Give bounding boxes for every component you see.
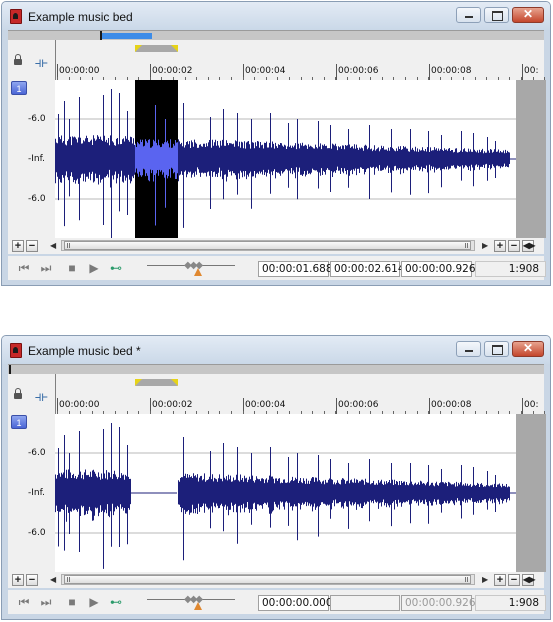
selection-bar[interactable] [135, 45, 178, 52]
close-button[interactable] [512, 341, 544, 357]
zoom-ratio-field[interactable]: 1:908 [475, 595, 546, 611]
go-to-end-icon[interactable]: ⏭ [38, 260, 54, 276]
selection-bar[interactable] [135, 379, 178, 386]
zoom-out-vertical-button[interactable]: − [26, 240, 38, 252]
ruler-label: 00:00:00 [59, 66, 100, 76]
overview-cursor [9, 365, 11, 374]
selection-end-field[interactable] [330, 595, 400, 611]
waveform-display[interactable] [55, 80, 546, 238]
end-region [516, 80, 546, 238]
transport-bar: ⏮ ⏭ ■ ▶ ⊷ ◆◆◆ 00:00:01.688 00:00:02.614 … [8, 256, 546, 280]
close-button[interactable] [512, 7, 544, 23]
title-bar[interactable]: Example music bed [2, 2, 550, 30]
db-label: -6.0 [28, 194, 46, 204]
window-title: Example music bed * [28, 344, 141, 358]
scrollbar-thumb[interactable] [64, 241, 471, 250]
overview-bar[interactable] [8, 364, 544, 374]
stop-icon[interactable]: ■ [64, 260, 80, 276]
ruler-label: 00:00:04 [245, 66, 286, 76]
zoom-fit-button[interactable]: ◀▶ [522, 240, 535, 252]
overview-bar[interactable] [8, 30, 544, 40]
ruler-label: 00:00:06 [338, 400, 379, 410]
play-icon[interactable]: ▶ [86, 594, 102, 610]
loop-icon[interactable]: ⊷ [108, 260, 124, 276]
minimize-button[interactable] [456, 341, 481, 357]
playback-rate-marker[interactable] [194, 602, 202, 610]
app-logo-icon [10, 9, 22, 24]
channel-area: 1 -6.0 -Inf. -6.0 [8, 80, 546, 238]
zoom-out-vertical-button[interactable]: − [26, 574, 38, 586]
title-bar[interactable]: Example music bed * [2, 336, 550, 364]
ruler-label: 00:00:02 [152, 66, 193, 76]
ruler-label: 00: [524, 400, 539, 410]
ruler-label: 00:00:00 [59, 400, 100, 410]
channel-area: 1 -6.0 -Inf. -6.0 [8, 414, 546, 572]
zoom-in-horizontal-button[interactable]: + [494, 240, 506, 252]
selection-start-field[interactable]: 00:00:01.688 [258, 261, 333, 277]
db-label: -6.0 [28, 114, 46, 124]
selection-start-field[interactable]: 00:00:00.000 [258, 595, 333, 611]
zoom-out-horizontal-button[interactable]: − [508, 240, 520, 252]
audio-window-1: Example music bed ⟛ 00:00:00 00:00:02 00… [1, 1, 551, 286]
zoom-in-vertical-button[interactable]: + [12, 574, 24, 586]
timeline-row: ⟛ 00:00:00 00:00:02 00:00:04 00:00:06 00… [8, 374, 546, 414]
channel-badge[interactable]: 1 [11, 415, 27, 429]
ruler-label: 00:00:02 [152, 400, 193, 410]
overview-selection[interactable] [102, 33, 152, 39]
stop-icon[interactable]: ■ [64, 594, 80, 610]
ruler-label: 00:00:08 [431, 66, 472, 76]
go-to-start-icon[interactable]: ⏮ [16, 594, 32, 610]
ruler-label: 00:00:08 [431, 400, 472, 410]
db-label: -6.0 [28, 528, 46, 538]
selection-length-field[interactable]: 00:00:00.926 [401, 261, 476, 277]
waveform-display[interactable] [55, 414, 546, 572]
window-title: Example music bed [28, 10, 133, 24]
maximize-button[interactable] [484, 341, 509, 357]
scroll-left-icon[interactable]: ◀ [50, 575, 56, 584]
go-to-start-icon[interactable]: ⏮ [16, 260, 32, 276]
end-region [516, 414, 546, 572]
scroll-right-icon[interactable]: ▶ [482, 241, 488, 250]
snap-marker-icon[interactable]: ⟛ [35, 54, 49, 70]
db-label: -Inf. [28, 154, 45, 164]
selection-end-field[interactable]: 00:00:02.614 [330, 261, 405, 277]
zoom-in-horizontal-button[interactable]: + [494, 574, 506, 586]
go-to-end-icon[interactable]: ⏭ [38, 594, 54, 610]
lock-icon[interactable] [14, 54, 22, 65]
ruler-tick [522, 64, 523, 80]
scroll-row: + − ◀ ▶ + − ◀▶ [8, 572, 544, 588]
loop-icon[interactable]: ⊷ [108, 594, 124, 610]
time-ruler[interactable]: 00:00:00 00:00:02 00:00:04 00:00:06 00:0… [55, 374, 546, 414]
horizontal-scrollbar[interactable] [61, 574, 475, 585]
scroll-left-icon[interactable]: ◀ [50, 241, 56, 250]
db-label: -Inf. [28, 488, 45, 498]
channel-badge[interactable]: 1 [11, 81, 27, 95]
selection-length-field[interactable]: 00:00:00.926 [401, 595, 476, 611]
playback-rate-marker[interactable] [194, 268, 202, 276]
scrollbar-thumb[interactable] [64, 575, 471, 584]
minimize-button[interactable] [456, 7, 481, 23]
play-icon[interactable]: ▶ [86, 260, 102, 276]
zoom-ratio-field[interactable]: 1:908 [475, 261, 546, 277]
scroll-row: + − ◀ ▶ + − ◀▶ [8, 238, 544, 254]
zoom-out-horizontal-button[interactable]: − [508, 574, 520, 586]
time-ruler[interactable]: 00:00:00 00:00:02 00:00:04 00:00:06 00:0… [55, 40, 546, 80]
ruler-label: 00:00:04 [245, 400, 286, 410]
ruler-label: 00:00:06 [338, 66, 379, 76]
ruler-tick [522, 398, 523, 414]
app-logo-icon [10, 343, 22, 358]
maximize-button[interactable] [484, 7, 509, 23]
snap-marker-icon[interactable]: ⟛ [35, 388, 49, 404]
transport-bar: ⏮ ⏭ ■ ▶ ⊷ ◆◆◆ 00:00:00.000 00:00:00.926 … [8, 590, 546, 614]
timeline-row: ⟛ 00:00:00 00:00:02 00:00:04 00:00:06 00… [8, 40, 546, 80]
ruler-label: 00: [524, 66, 539, 76]
horizontal-scrollbar[interactable] [61, 240, 475, 251]
lock-icon[interactable] [14, 388, 22, 399]
audio-window-2: Example music bed * ⟛ 00:00:00 00:00:02 … [1, 335, 551, 620]
zoom-fit-button[interactable]: ◀▶ [522, 574, 535, 586]
db-label: -6.0 [28, 448, 46, 458]
zoom-in-vertical-button[interactable]: + [12, 240, 24, 252]
scroll-right-icon[interactable]: ▶ [482, 575, 488, 584]
